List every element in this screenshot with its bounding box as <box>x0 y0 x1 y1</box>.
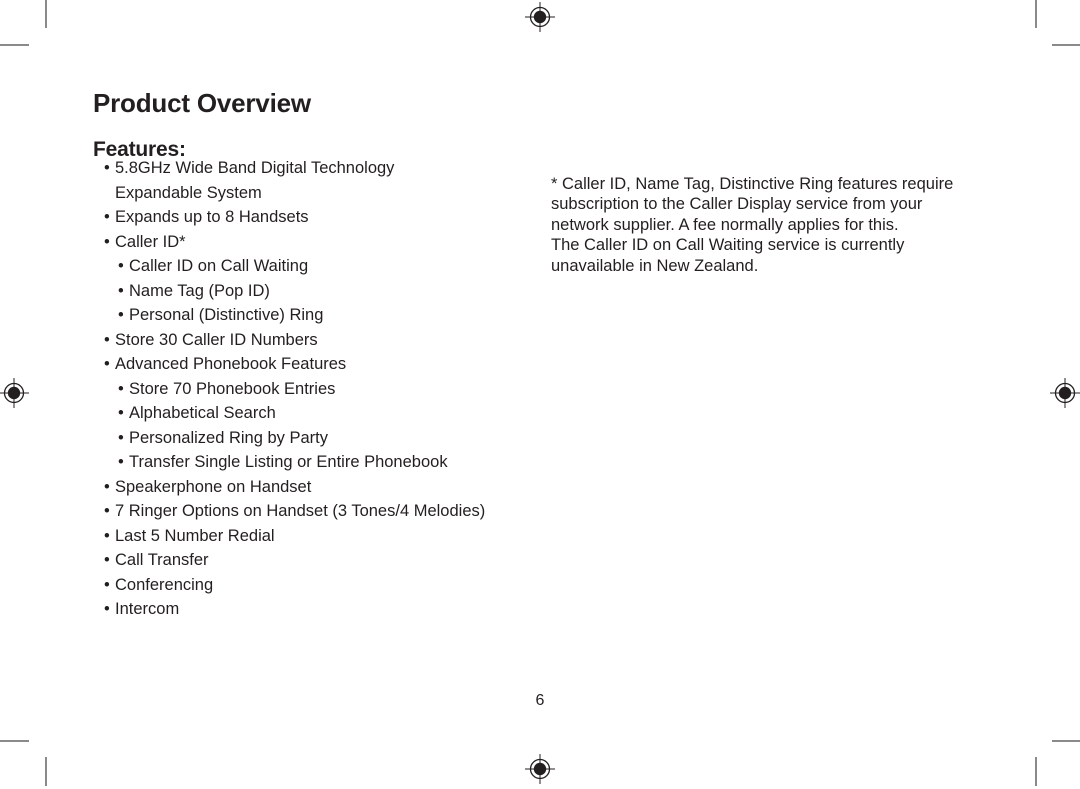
bullet-icon: • <box>104 208 110 226</box>
crop-mark-bottom-left-vertical <box>45 757 47 786</box>
bullet-icon: • <box>104 502 110 520</box>
feature-list-item: • 7 Ringer Options on Handset (3 Tones/4 … <box>104 499 534 524</box>
features-list: • 5.8GHz Wide Band Digital Technology Exp… <box>104 156 534 622</box>
registration-mark-left-icon <box>0 378 29 408</box>
crop-mark-bottom-right-horizontal <box>1052 740 1080 742</box>
page-number: 6 <box>535 692 545 709</box>
bullet-icon: • <box>118 428 124 447</box>
feature-list-item-label: Advanced Phonebook Features <box>115 355 347 373</box>
feature-list-item-label: Intercom <box>115 600 180 618</box>
bullet-icon: • <box>118 281 124 300</box>
bullet-icon: • <box>118 379 124 398</box>
feature-list-item-label: Store 30 Caller ID Numbers <box>115 330 318 349</box>
bullet-icon: • <box>104 575 110 594</box>
footnote-caller-id: * Caller ID, Name Tag, Distinctive Ring … <box>551 174 954 275</box>
feature-list-item: • Name Tag (Pop ID) <box>118 279 534 304</box>
registration-mark-bottom-icon <box>525 754 555 784</box>
feature-list-item: • Personal (Distinctive) Ring <box>118 303 534 328</box>
feature-list-item-label: Personal (Distinctive) Ring <box>129 306 324 324</box>
feature-list-item-label: Call Transfer <box>115 551 209 569</box>
bullet-icon: • <box>104 159 110 177</box>
feature-list-item: • Personalized Ring by Party <box>118 426 534 451</box>
crop-mark-top-right-vertical <box>1035 0 1037 28</box>
feature-list-item: • Intercom <box>104 597 534 622</box>
bullet-icon: • <box>118 453 124 471</box>
feature-list-item: • Advanced Phonebook Features <box>104 352 534 377</box>
feature-list-item: • Transfer Single Listing or Entire Phone… <box>118 450 534 475</box>
bullet-icon: • <box>104 232 110 251</box>
feature-list-item: • 5.8GHz Wide Band Digital Technology Exp… <box>104 156 534 205</box>
feature-list-item: • Call Transfer <box>104 548 534 573</box>
bullet-icon: • <box>104 600 110 618</box>
bullet-icon: • <box>118 257 124 275</box>
feature-list-item-label: Store 70 Phonebook Entries <box>129 379 336 398</box>
feature-list-item: • Caller ID* <box>104 230 534 255</box>
bullet-icon: • <box>118 404 124 422</box>
bullet-icon: • <box>104 551 110 569</box>
feature-list-item-label: Alphabetical Search <box>129 404 276 422</box>
crop-mark-top-left-vertical <box>45 0 47 28</box>
crop-mark-bottom-left-horizontal <box>0 740 29 742</box>
feature-list-item-label: 5.8GHz Wide Band Digital Technology Expa… <box>115 159 395 202</box>
crop-mark-top-right-horizontal <box>1052 44 1080 46</box>
feature-list-item-label: Transfer Single Listing or Entire Phoneb… <box>129 453 448 471</box>
feature-list-item-label: Personalized Ring by Party <box>129 428 329 447</box>
page-title: Product Overview <box>93 88 311 119</box>
bullet-icon: • <box>104 477 110 496</box>
registration-mark-top-icon <box>525 2 555 32</box>
feature-list-item-label: Caller ID on Call Waiting <box>129 257 309 275</box>
crop-mark-bottom-right-vertical <box>1035 757 1037 786</box>
feature-list-item: • Conferencing <box>104 573 534 598</box>
bullet-icon: • <box>118 306 124 324</box>
bullet-icon: • <box>104 330 110 349</box>
bullet-icon: • <box>104 526 110 545</box>
feature-list-item: • Speakerphone on Handset <box>104 475 534 500</box>
feature-list-item: • Alphabetical Search <box>118 401 534 426</box>
feature-list-item-label: 7 Ringer Options on Handset (3 Tones/4 M… <box>115 502 486 520</box>
feature-list-item: • Store 70 Phonebook Entries <box>118 377 534 402</box>
feature-list-item: • Last 5 Number Redial <box>104 524 534 549</box>
feature-list-item-label: Expands up to 8 Handsets <box>115 208 309 226</box>
feature-list-item: • Caller ID on Call Waiting <box>118 254 534 279</box>
registration-mark-right-icon <box>1050 378 1080 408</box>
feature-list-item: • Expands up to 8 Handsets <box>104 205 534 230</box>
feature-list-item-label: Last 5 Number Redial <box>115 526 275 545</box>
crop-mark-top-left-horizontal <box>0 44 29 46</box>
feature-list-item-label: Speakerphone on Handset <box>115 477 312 496</box>
feature-list-item-label: Caller ID* <box>115 232 186 251</box>
bullet-icon: • <box>104 355 110 373</box>
feature-list-item-label: Name Tag (Pop ID) <box>129 281 270 300</box>
feature-list-item-label: Conferencing <box>115 575 214 594</box>
feature-list-item: • Store 30 Caller ID Numbers <box>104 328 534 353</box>
